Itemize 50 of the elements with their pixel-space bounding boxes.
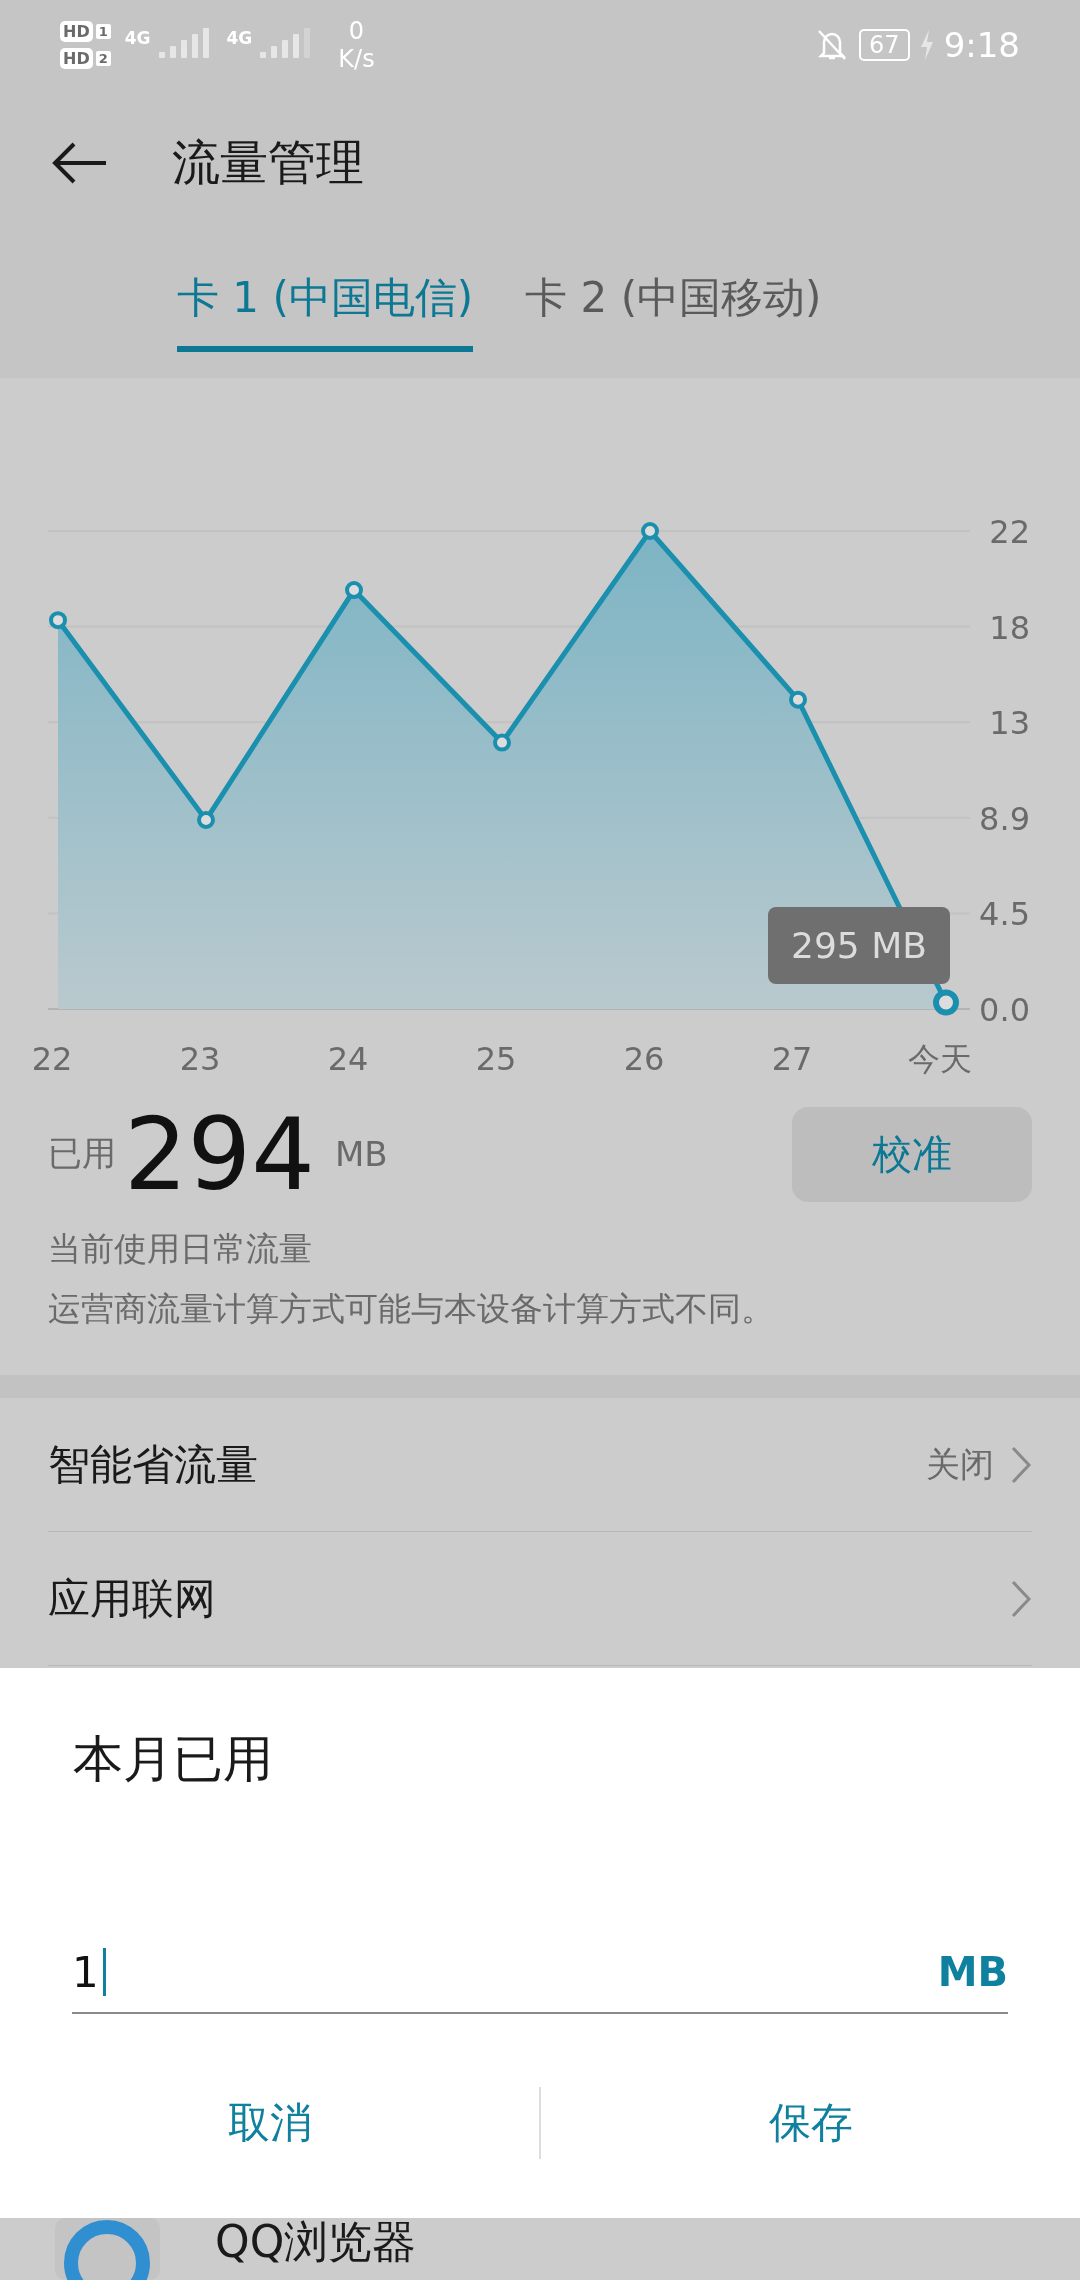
unit-label: MB [937,1949,1008,1995]
text-cursor [102,1948,106,1996]
sim-tab[interactable]: 卡 2 (中国移动) [525,235,822,352]
setting-value: 关闭 [926,1442,994,1486]
input-field[interactable]: 1 MB [72,1932,1008,2014]
used-amount: 294 [124,1095,315,1213]
axis-label: 22 [989,513,1030,551]
setting-label[interactable]: 智能省流量 [48,1436,258,1493]
charging-icon [919,30,934,60]
setting-label[interactable]: 应用联网 [48,1570,216,1627]
sim-slot-badge: 2 [95,51,111,66]
used-unit: MB [334,1134,388,1174]
axis-label: 22 [31,1040,73,1078]
speed-unit: K/s [338,45,375,73]
data-point [493,733,511,752]
value-tooltip: 295 MB [768,907,950,984]
axis-label: 27 [771,1040,813,1078]
network-type: 4G [226,28,253,48]
field-value: 1 [72,1947,99,1997]
axis-label: 26 [623,1040,665,1078]
axis-label: 8.9 [979,799,1030,838]
info-text: 运营商流量计算方式可能与本设备计算方式不同。 [48,1288,775,1330]
data-point [197,810,215,829]
page-title: 流量管理 [172,132,364,192]
used-label: 已用 [48,1132,116,1175]
axis-label: 24 [327,1040,369,1078]
hd-badge: HD [60,21,93,42]
battery-level: 67 [859,29,910,61]
axis-label: 18 [989,608,1030,647]
info-text: 当前使用日常流量 [48,1228,313,1270]
network-type: 4G [124,28,151,48]
axis-label: 25 [475,1040,517,1078]
chevron-icon [1010,1444,1032,1485]
axis-label: 23 [179,1040,221,1078]
axis-label: 今天 [908,1040,972,1078]
hd-badge: HD [60,48,93,69]
data-point [345,581,363,600]
back-icon[interactable] [52,140,108,185]
calibrate-button[interactable]: 校准 [792,1106,1032,1202]
axis-label: 4.5 [979,895,1030,934]
speed-value: 0 [348,17,365,45]
chevron-icon [1010,1578,1032,1619]
sim-tab[interactable]: 卡 1 (中国电信) [177,235,474,352]
sim-slot-badge: 1 [95,24,111,39]
axis-label: 13 [989,704,1030,743]
app-name: QQ浏览器 [215,2218,417,2266]
data-point [789,690,807,709]
axis-label: 0.0 [979,991,1030,1029]
dialog-title: 本月已用 [72,1729,274,1790]
clock: 9:18 [943,25,1020,65]
